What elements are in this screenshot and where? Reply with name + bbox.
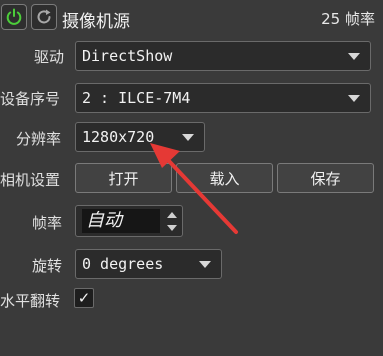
driver-value: DirectShow [82,47,173,65]
open-button-label: 打开 [108,169,139,188]
camera-settings-label: 相机设置 [0,171,61,189]
driver-select[interactable]: DirectShow [75,41,371,71]
refresh-icon [37,9,51,24]
chevron-down-icon [182,134,194,141]
chevron-down-icon [199,261,211,268]
refresh-button[interactable] [31,4,57,30]
save-button[interactable]: 保存 [277,163,374,193]
device-value: 2 : ILCE-7M4 [82,89,191,107]
device-label: 设备序号 [0,90,61,108]
load-button-label: 载入 [209,169,240,188]
driver-label: 驱动 [34,48,65,66]
resolution-value: 1280x720 [82,128,155,146]
framerate-value[interactable]: 自动 [82,209,160,233]
chevron-down-icon [348,53,360,60]
rotation-select[interactable]: 0 degrees [75,249,222,279]
mirror-checkbox[interactable]: ✓ [74,288,94,308]
fps-status: 25 帧率 [321,10,375,28]
header: 摄像机源 25 帧率 [0,0,383,36]
spin-down-icon[interactable] [164,221,180,234]
spin-up-icon[interactable] [164,208,180,221]
save-button-label: 保存 [310,169,341,188]
power-toggle-button[interactable] [1,4,27,30]
open-button[interactable]: 打开 [75,163,172,193]
device-select[interactable]: 2 : ILCE-7M4 [75,83,371,113]
checkmark-icon: ✓ [77,288,91,307]
chevron-down-icon [348,95,360,102]
rotation-label: 旋转 [32,257,63,275]
resolution-select[interactable]: 1280x720 [75,122,205,152]
source-title: 摄像机源 [62,12,130,32]
mirror-label: 水平翻转 [0,292,61,310]
resolution-label: 分辨率 [16,130,62,148]
framerate-spinbox[interactable]: 自动 [75,205,183,237]
power-icon [6,8,22,25]
rotation-value: 0 degrees [82,255,164,273]
framerate-label: 帧率 [32,214,63,232]
load-button[interactable]: 载入 [176,163,273,193]
